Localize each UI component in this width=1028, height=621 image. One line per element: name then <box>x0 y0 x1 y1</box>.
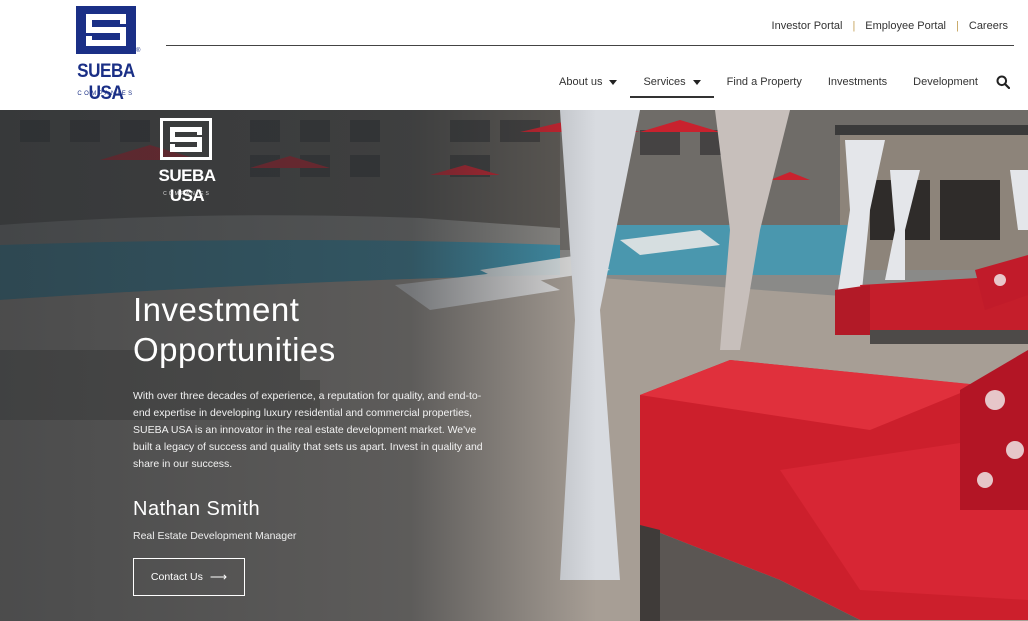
nav-about-us[interactable]: About us <box>559 72 618 92</box>
registered-mark: ® <box>136 48 141 54</box>
hero-section: SUEBA USA COMPANIES Investment Opportuni… <box>0 110 1028 621</box>
logo-s-mark-icon <box>76 6 136 54</box>
careers-link[interactable]: Careers <box>969 20 1008 32</box>
employee-portal-link[interactable]: Employee Portal <box>865 20 946 32</box>
hero-logo-name: SUEBA USA <box>158 166 216 205</box>
utility-links: Investor Portal | Employee Portal | Care… <box>772 20 1008 32</box>
main-navigation: About us Services Find a Property Invest… <box>533 72 1010 98</box>
nav-development[interactable]: Development <box>913 72 978 92</box>
logo-name: SUEBA USA <box>77 61 135 104</box>
separator: | <box>956 20 959 32</box>
nav-label: Services <box>643 76 686 88</box>
caret-down-icon <box>609 79 618 85</box>
nav-services[interactable]: Services <box>630 72 714 98</box>
contact-us-label: Contact Us <box>150 571 203 583</box>
hero-logo-subtitle: COMPANIES <box>163 191 211 197</box>
hero-logo: SUEBA USA COMPANIES <box>146 118 228 205</box>
contact-us-button[interactable]: Contact Us ⟶ <box>133 558 245 596</box>
nav-label: Investments <box>827 76 888 88</box>
brand-logo[interactable]: ® SUEBA USA COMPANIES <box>58 6 154 104</box>
arrow-right-icon: ⟶ <box>209 570 228 584</box>
hero-title-line2: Opportunities <box>133 331 336 368</box>
hero-title-line1: Investment <box>133 291 300 328</box>
header-divider <box>166 45 1014 46</box>
caret-down-icon <box>692 79 701 85</box>
site-header: ® SUEBA USA COMPANIES Investor Portal | … <box>0 0 1028 110</box>
hero-title: Investment Opportunities <box>133 290 533 370</box>
logo-s-mark-icon <box>160 118 212 160</box>
investor-portal-link[interactable]: Investor Portal <box>772 20 843 32</box>
contact-person-name: Nathan Smith <box>133 498 261 520</box>
hero-description: With over three decades of experience, a… <box>133 390 483 470</box>
nav-find-a-property[interactable]: Find a Property <box>727 72 802 92</box>
nav-label: About us <box>559 76 603 88</box>
separator: | <box>852 20 856 32</box>
nav-investments[interactable]: Investments <box>828 72 887 92</box>
logo-subtitle: COMPANIES <box>77 91 135 97</box>
search-icon[interactable] <box>996 75 1010 89</box>
contact-person-role: Real Estate Development Manager <box>133 530 297 542</box>
nav-label: Development <box>913 76 978 88</box>
nav-label: Find a Property <box>726 76 802 88</box>
